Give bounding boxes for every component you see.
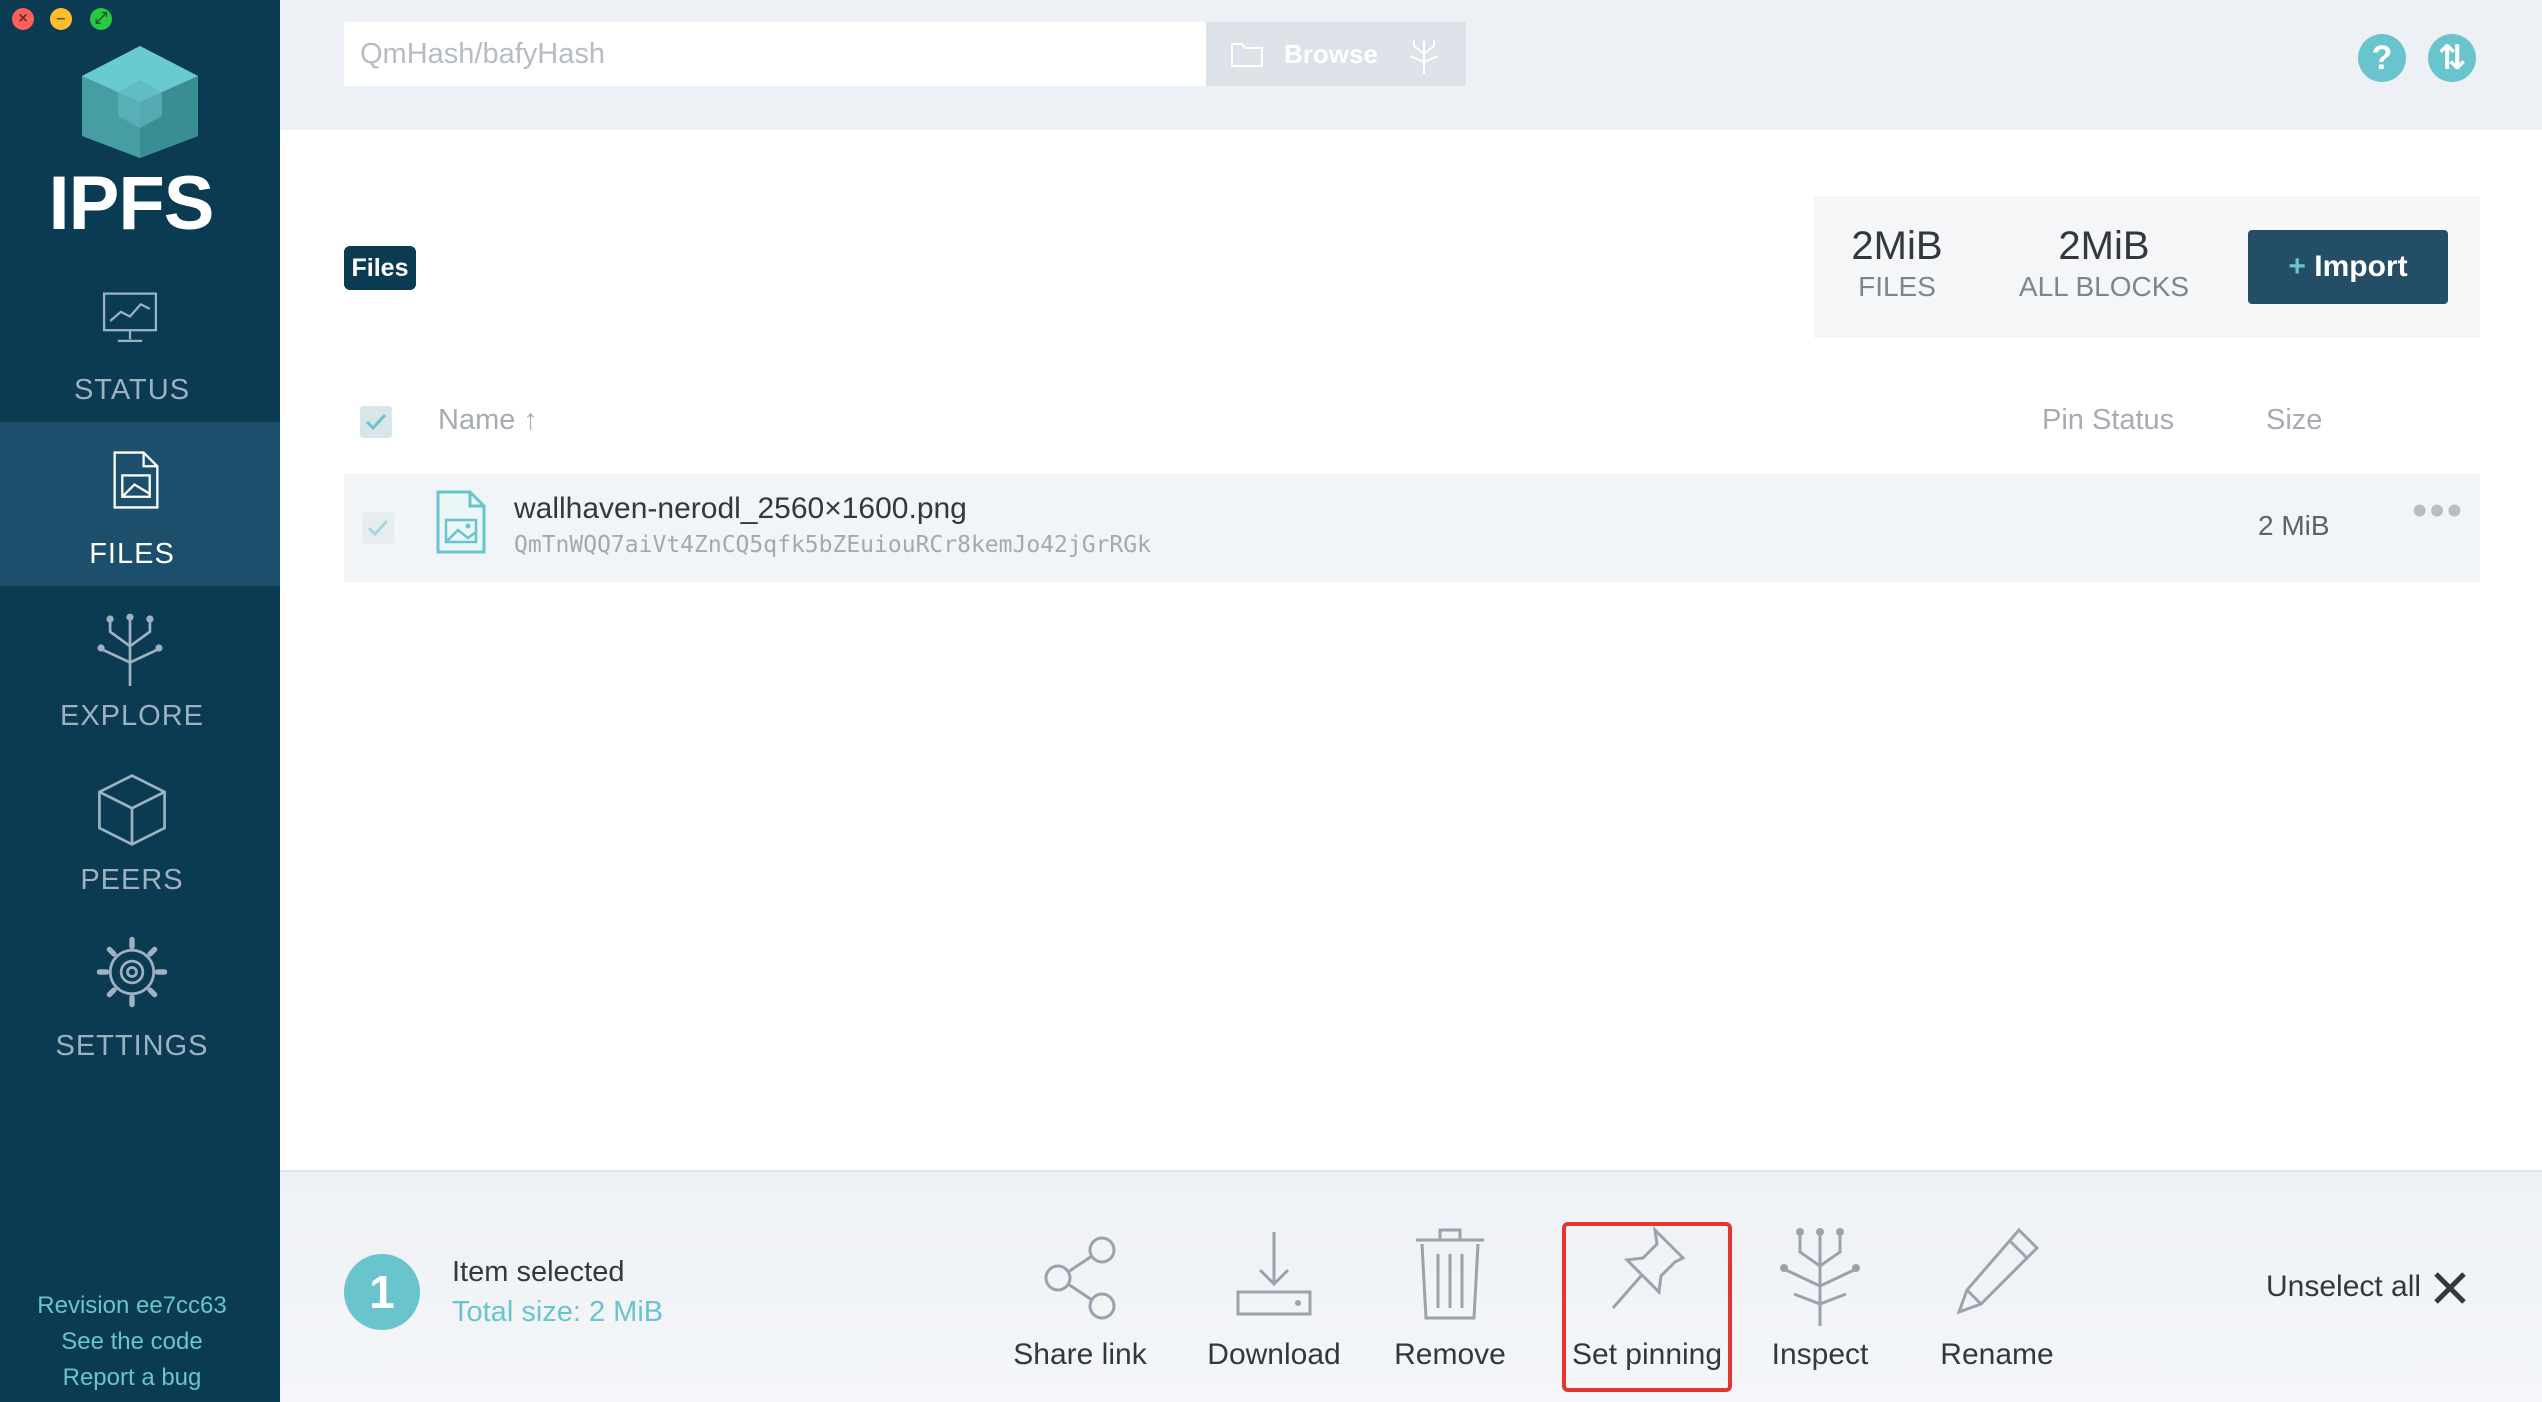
selection-bar: 1 Item selected Total size: 2 MiB Share … [280, 1170, 2542, 1402]
files-stat-label: FILES [1858, 271, 1936, 302]
sidebar-item-label: PEERS [80, 864, 184, 896]
rename-label: Rename [1940, 1338, 2054, 1371]
pencil-icon [1956, 1227, 2040, 1315]
folder-icon [1231, 43, 1263, 67]
top-bar: QmHash/bafyHash Browse ? ⇅ [280, 0, 2542, 130]
app-brand: IPFS [48, 161, 215, 246]
help-icon[interactable]: ? [2358, 34, 2406, 82]
files-stat-value: 2MiB [1851, 224, 1943, 268]
select-all-checkbox[interactable] [360, 406, 392, 438]
share-link-label: Share link [1013, 1338, 1147, 1371]
minimize-icon: – [56, 10, 66, 27]
rename-button[interactable]: Rename [1922, 1222, 2072, 1372]
download-label: Download [1207, 1338, 1341, 1371]
explore-tree-icon [97, 613, 163, 686]
share-icon [1044, 1236, 1116, 1320]
more-options-icon[interactable]: ••• [2412, 489, 2468, 536]
update-arrows-icon[interactable]: ⇅ [2428, 34, 2476, 82]
window-minimize-button[interactable]: – [50, 8, 72, 30]
sidebar-item-label: EXPLORE [60, 700, 204, 732]
checkmark-icon [367, 519, 389, 537]
close-icon: × [18, 10, 28, 27]
explore-tree-icon [1409, 40, 1439, 74]
set-pinning-label: Set pinning [1571, 1338, 1723, 1371]
column-header-pin-status[interactable]: Pin Status [2042, 404, 2174, 437]
selected-items-label: Item selected [452, 1256, 625, 1288]
breadcrumb-files[interactable]: Files [344, 246, 416, 290]
close-x-icon[interactable] [2430, 1268, 2470, 1308]
sidebar-item-label: STATUS [73, 374, 191, 406]
blocks-stat: 2MiB ALL BLOCKS [1994, 224, 2214, 303]
window-close-button[interactable]: × [12, 8, 34, 30]
sidebar-item-explore[interactable]: EXPLORE [0, 586, 280, 750]
ipfs-cube-logo-icon [82, 46, 198, 158]
table-row[interactable]: wallhaven-nerodl_2560×1600.png QmTnWQQ7a… [344, 474, 2480, 582]
plus-icon: + [2288, 250, 2306, 283]
import-button[interactable]: + Import [2248, 230, 2448, 304]
remove-button[interactable]: Remove [1380, 1222, 1520, 1372]
selected-total-size: Total size: 2 MiB [452, 1296, 664, 1328]
row-checkbox[interactable] [362, 512, 394, 544]
file-name[interactable]: wallhaven-nerodl_2560×1600.png [514, 492, 967, 526]
column-header-name[interactable]: Name ↑ [438, 404, 538, 437]
unselect-all-button[interactable]: Unselect all [2266, 1270, 2421, 1304]
column-header-size[interactable]: Size [2266, 404, 2322, 437]
import-label: Import [2314, 250, 2408, 283]
zoom-icon: ⤢ [94, 10, 108, 27]
sidebar-item-status[interactable]: STATUS [0, 262, 280, 426]
download-icon [1236, 1232, 1312, 1316]
table-header: Name ↑ Pin Status Size [344, 392, 2480, 452]
sidebar-item-label: FILES [89, 538, 175, 570]
peers-cube-icon [98, 774, 166, 846]
trash-icon [1416, 1228, 1484, 1320]
pushpin-icon [1611, 1225, 1686, 1309]
file-hash: QmTnWQQ7aiVt4ZnCQ5qfk5bZEuiouRCr8kemJo42… [514, 532, 1151, 558]
browse-button[interactable]: Browse [1206, 22, 1466, 86]
inspect-tree-icon [1780, 1228, 1860, 1326]
sidebar: × – ⤢ IPFS STATUS FILES EXPLORE PEERS SE… [0, 0, 280, 1402]
checkmark-icon [365, 413, 387, 431]
blocks-stat-value: 2MiB [2058, 224, 2150, 268]
sidebar-item-label: SETTINGS [55, 1030, 209, 1062]
report-bug-link[interactable]: Report a bug [0, 1364, 264, 1392]
hash-search-input[interactable]: QmHash/bafyHash [344, 22, 1206, 86]
files-stat: 2MiB FILES [1814, 224, 1980, 303]
sidebar-item-settings[interactable]: SETTINGS [0, 914, 280, 1078]
image-file-icon [436, 490, 486, 554]
browse-label: Browse [1284, 39, 1378, 69]
files-icon [113, 451, 159, 509]
window-zoom-button[interactable]: ⤢ [90, 8, 112, 30]
status-monitor-icon [102, 292, 158, 342]
sidebar-item-files[interactable]: FILES [0, 422, 280, 586]
settings-gear-icon [96, 936, 168, 1008]
revision-label: Revision ee7cc63 [37, 1292, 227, 1319]
blocks-stat-label: ALL BLOCKS [2018, 271, 2190, 302]
inspect-button[interactable]: Inspect [1750, 1222, 1890, 1372]
set-pinning-button[interactable]: Set pinning [1562, 1222, 1732, 1392]
sidebar-item-peers[interactable]: PEERS [0, 750, 280, 914]
download-button[interactable]: Download [1192, 1222, 1356, 1372]
remove-label: Remove [1394, 1338, 1506, 1371]
inspect-label: Inspect [1771, 1338, 1869, 1371]
see-code-link[interactable]: See the code [0, 1328, 264, 1356]
selected-count-badge: 1 [344, 1254, 420, 1330]
share-link-button[interactable]: Share link [1000, 1222, 1160, 1372]
file-size: 2 MiB [2258, 510, 2330, 541]
